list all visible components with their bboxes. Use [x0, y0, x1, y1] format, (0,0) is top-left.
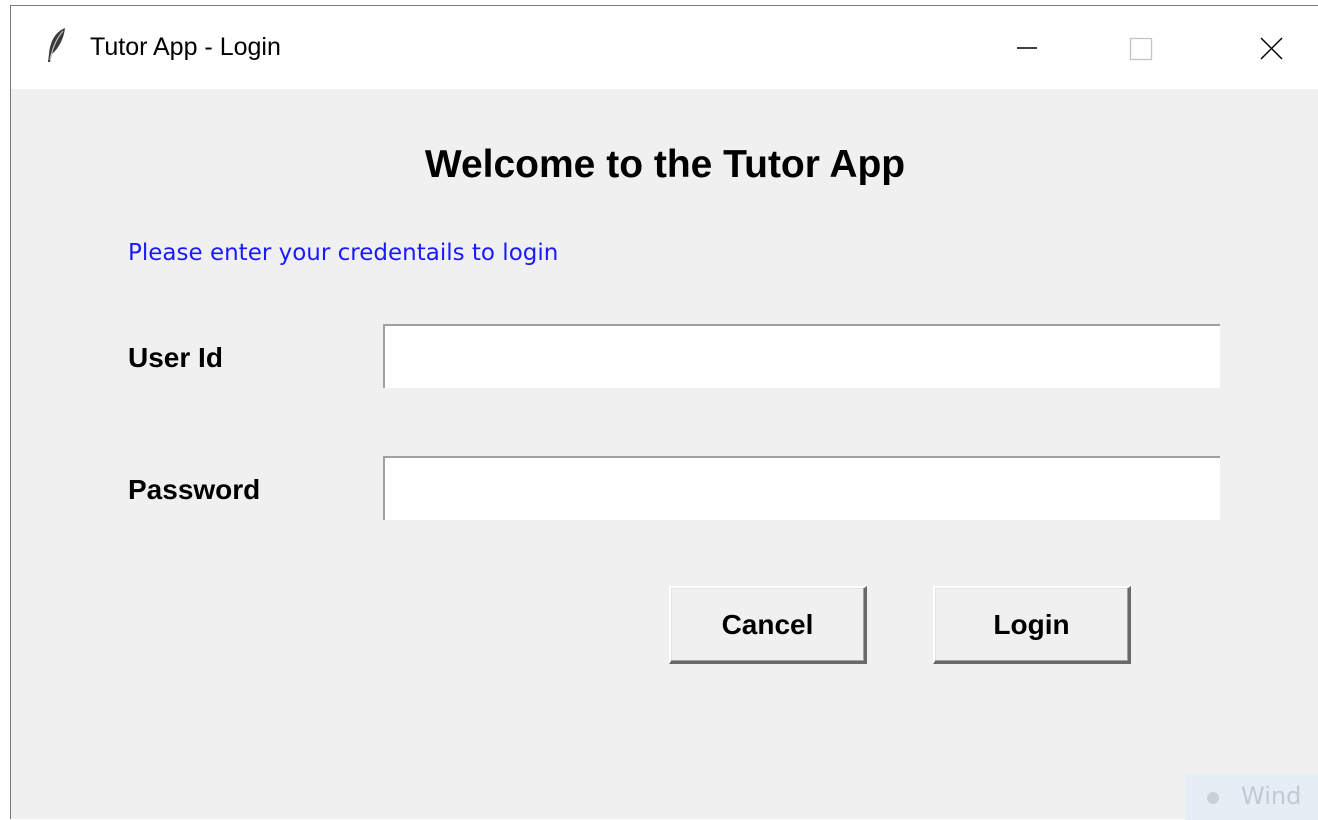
title-bar[interactable]: Tutor App - Login	[11, 6, 1318, 89]
minimize-button[interactable]	[981, 6, 1073, 89]
login-window: Tutor App - Login Welcome to the Tutor A…	[10, 5, 1318, 820]
instructions-text: Please enter your credentails to login	[128, 240, 559, 266]
minimize-icon	[1017, 47, 1037, 49]
password-input[interactable]	[383, 456, 1220, 520]
page-title: Welcome to the Tutor App	[424, 143, 906, 186]
cancel-button[interactable]: Cancel	[669, 586, 867, 664]
close-icon	[1260, 37, 1283, 60]
user-id-input[interactable]	[383, 324, 1220, 388]
window-title: Tutor App - Login	[90, 33, 281, 61]
watermark-text: Wind	[1241, 782, 1302, 810]
password-label: Password	[128, 474, 261, 505]
feather-icon	[45, 26, 69, 66]
maximize-button[interactable]	[1096, 6, 1188, 89]
watermark-dot-icon	[1207, 792, 1219, 804]
maximize-icon	[1129, 37, 1153, 61]
user-id-label: User Id	[128, 342, 223, 373]
activation-watermark: Wind	[1185, 774, 1318, 820]
login-button[interactable]: Login	[933, 586, 1131, 664]
close-button[interactable]	[1226, 6, 1318, 89]
